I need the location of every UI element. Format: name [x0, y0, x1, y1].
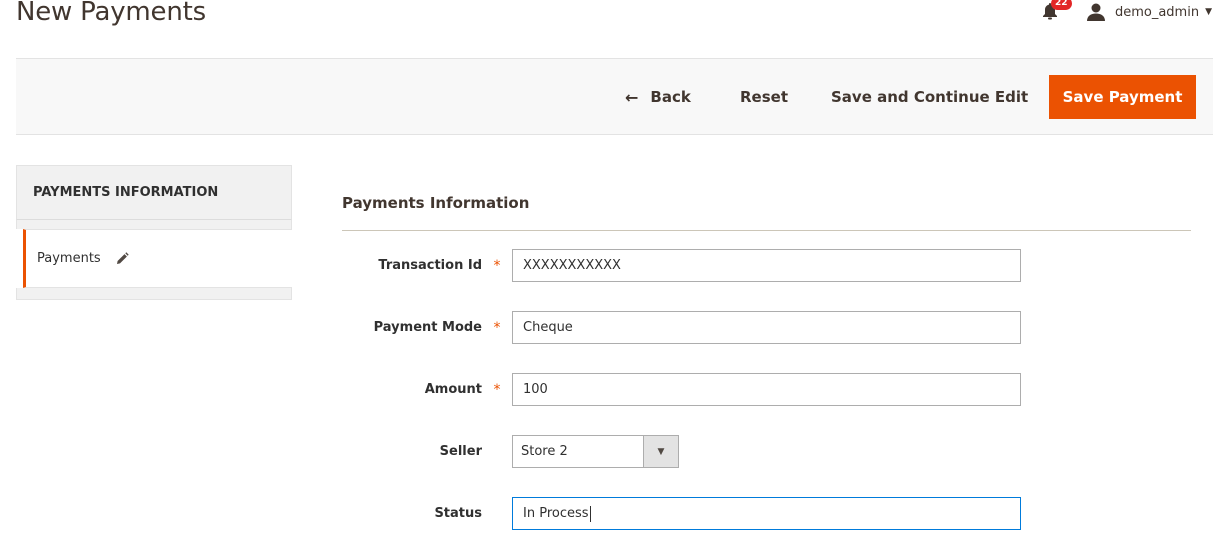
amount-value: 100 — [523, 382, 548, 397]
field-status: Status In Process — [342, 497, 1021, 530]
save-payment-button[interactable]: Save Payment — [1049, 75, 1196, 119]
caret-down-icon: ▼ — [1205, 7, 1212, 17]
payment-mode-label: Payment Mode — [373, 320, 482, 335]
transaction-id-input[interactable]: XXXXXXXXXXX — [512, 249, 1021, 282]
section-title: Payments Information — [342, 194, 1191, 231]
user-menu[interactable]: demo_admin ▼ — [1086, 3, 1212, 21]
pencil-icon — [115, 251, 129, 266]
back-button[interactable]: ← Back — [625, 75, 691, 119]
seller-label: Seller — [439, 444, 482, 459]
payment-mode-input[interactable]: Cheque — [512, 311, 1021, 344]
transaction-id-value: XXXXXXXXXXX — [523, 258, 621, 273]
status-input[interactable]: In Process — [512, 497, 1021, 530]
notifications-count-badge: 22 — [1050, 0, 1072, 10]
arrow-left-icon: ← — [625, 87, 639, 107]
field-amount: Amount * 100 — [342, 373, 1021, 406]
sidebar-heading: PAYMENTS INFORMATION — [16, 165, 292, 220]
form-section: Payments Information — [342, 194, 1191, 231]
sidebar-item-payments[interactable]: Payments — [23, 229, 292, 288]
status-value: In Process — [523, 506, 589, 521]
field-payment-mode: Payment Mode * Cheque — [342, 311, 1021, 344]
payment-mode-value: Cheque — [523, 320, 573, 335]
save-and-continue-button[interactable]: Save and Continue Edit — [831, 75, 1028, 119]
status-label: Status — [434, 506, 482, 521]
page-actions-toolbar: ← Back Reset Save and Continue Edit Save… — [16, 58, 1213, 135]
back-label: Back — [650, 88, 691, 106]
user-icon — [1086, 3, 1105, 21]
transaction-id-label: Transaction Id — [378, 258, 482, 273]
amount-label: Amount — [424, 382, 482, 397]
seller-select[interactable]: Store 2 ▼ — [512, 435, 679, 468]
field-seller: Seller Store 2 ▼ — [342, 435, 679, 468]
field-transaction-id: Transaction Id * XXXXXXXXXXX — [342, 249, 1021, 282]
sidebar: PAYMENTS INFORMATION Payments — [16, 165, 292, 300]
dropdown-arrow-icon[interactable]: ▼ — [643, 436, 678, 467]
required-asterisk: * — [493, 381, 501, 398]
sidebar-spacer — [16, 220, 292, 229]
text-cursor — [589, 505, 591, 522]
notifications-button[interactable]: 22 — [1036, 0, 1072, 24]
seller-selected-value: Store 2 — [521, 444, 568, 459]
sidebar-item-label: Payments — [37, 251, 101, 266]
amount-input[interactable]: 100 — [512, 373, 1021, 406]
required-asterisk: * — [493, 257, 501, 274]
required-asterisk: * — [493, 319, 501, 336]
user-name: demo_admin — [1114, 4, 1200, 20]
header-actions: 22 demo_admin ▼ — [1036, 0, 1230, 24]
reset-button[interactable]: Reset — [740, 75, 788, 119]
page-title: New Payments — [16, 0, 206, 27]
sidebar-footer — [16, 288, 292, 300]
